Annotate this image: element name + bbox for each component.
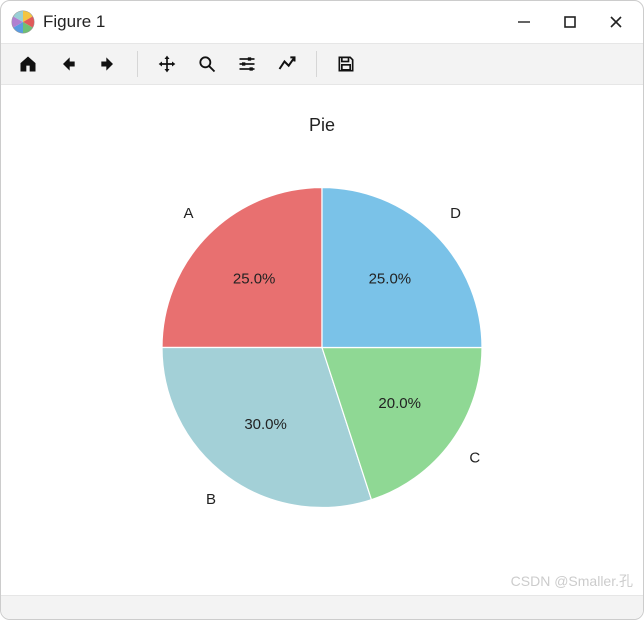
toolbar [1,43,643,85]
home-button[interactable] [11,47,45,81]
separator [137,51,138,77]
maximize-button[interactable] [547,2,593,42]
axes-edit-button[interactable] [270,47,304,81]
app-icon [11,10,35,34]
pie-cat-label: B [206,491,216,508]
window-title: Figure 1 [43,12,105,32]
pie-chart: 25.0% A 30.0% B 20.0% C 25.0% D [112,138,532,563]
pie-pct-label: 25.0% [369,271,412,288]
zoom-button[interactable] [190,47,224,81]
chart-title: Pie [1,115,643,136]
pie-cat-label: A [183,205,193,222]
save-button[interactable] [329,47,363,81]
pie-pct-label: 20.0% [378,395,421,412]
back-button[interactable] [51,47,85,81]
pie-cat-label: D [450,205,461,222]
window: Figure 1 [0,0,644,620]
pie-cat-label: C [469,450,480,467]
statusbar [1,595,643,619]
subplots-config-button[interactable] [230,47,264,81]
minimize-button[interactable] [501,2,547,42]
forward-button[interactable] [91,47,125,81]
pan-button[interactable] [150,47,184,81]
separator [316,51,317,77]
close-button[interactable] [593,2,639,42]
chart-canvas[interactable]: Pie 25.0% A 30.0% B 20.0% C 25.0% D CSDN @Small… [1,85,643,595]
pie-pct-label: 25.0% [233,271,276,288]
watermark: CSDN @Smaller.孔 [511,571,633,591]
titlebar: Figure 1 [1,1,643,43]
pie-pct-label: 30.0% [244,416,287,433]
